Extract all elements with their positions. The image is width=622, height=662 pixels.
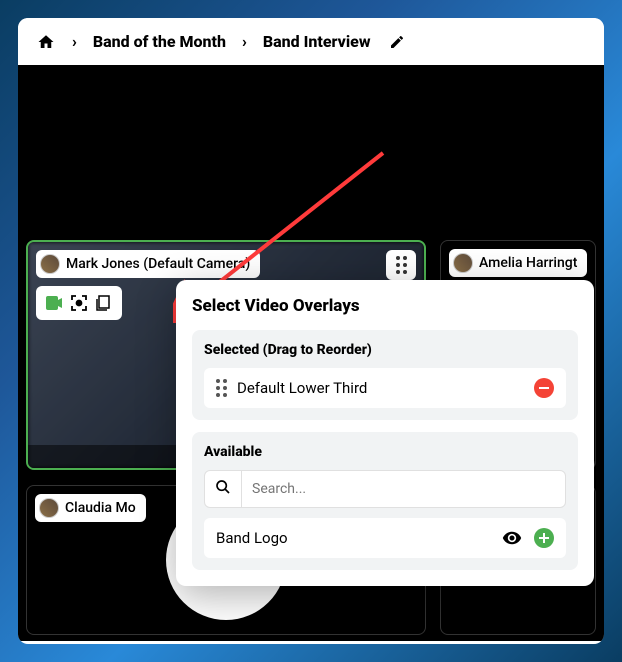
selected-overlay-item[interactable]: Default Lower Third <box>204 368 566 408</box>
popup-title: Select Video Overlays <box>192 296 578 316</box>
overlays-popup: Select Video Overlays Selected (Drag to … <box>176 280 594 586</box>
breadcrumb-item-2[interactable]: Band Interview <box>263 32 371 51</box>
drag-dots-icon <box>396 256 407 274</box>
home-icon[interactable] <box>36 33 56 51</box>
participant-name: Claudia Mo <box>65 500 136 516</box>
avatar <box>453 253 473 273</box>
overlay-item-label: Band Logo <box>216 529 490 547</box>
participant-name: Mark Jones (Default Camera) <box>66 256 250 272</box>
layers-icon[interactable] <box>92 292 114 314</box>
search-input[interactable] <box>242 473 565 505</box>
selected-section-title: Selected (Drag to Reorder) <box>204 342 566 358</box>
breadcrumb: › Band of the Month › Band Interview <box>18 18 604 65</box>
edit-icon[interactable] <box>389 34 405 50</box>
participant-name-tag: Amelia Harringt <box>449 249 587 277</box>
avatar <box>39 498 59 518</box>
breadcrumb-item-1[interactable]: Band of the Month <box>93 32 226 51</box>
available-section-title: Available <box>204 444 566 460</box>
app-window: › Band of the Month › Band Interview Mar… <box>18 18 604 644</box>
add-button[interactable] <box>534 528 554 548</box>
search-icon <box>205 471 242 507</box>
preview-icon[interactable] <box>502 528 522 548</box>
tile-drag-handle[interactable] <box>386 250 416 280</box>
tile-controls <box>36 286 122 320</box>
chevron-icon: › <box>72 32 77 51</box>
available-section: Available Band Logo <box>192 432 578 570</box>
overlay-item-label: Default Lower Third <box>237 379 524 397</box>
focus-icon[interactable] <box>68 292 90 314</box>
participant-name: Amelia Harringt <box>479 255 577 271</box>
participant-name-tag: Claudia Mo <box>35 494 146 522</box>
participant-name-tag: Mark Jones (Default Camera) <box>36 250 260 278</box>
available-overlay-item: Band Logo <box>204 518 566 558</box>
camera-icon[interactable] <box>44 292 66 314</box>
chevron-icon: › <box>242 32 247 51</box>
search-row <box>204 470 566 508</box>
video-stage: Mark Jones (Default Camera) Ma Amelia Ha… <box>18 65 604 641</box>
remove-button[interactable] <box>534 378 554 398</box>
drag-dots-icon[interactable] <box>216 379 227 397</box>
selected-section: Selected (Drag to Reorder) Default Lower… <box>192 330 578 420</box>
avatar <box>40 254 60 274</box>
